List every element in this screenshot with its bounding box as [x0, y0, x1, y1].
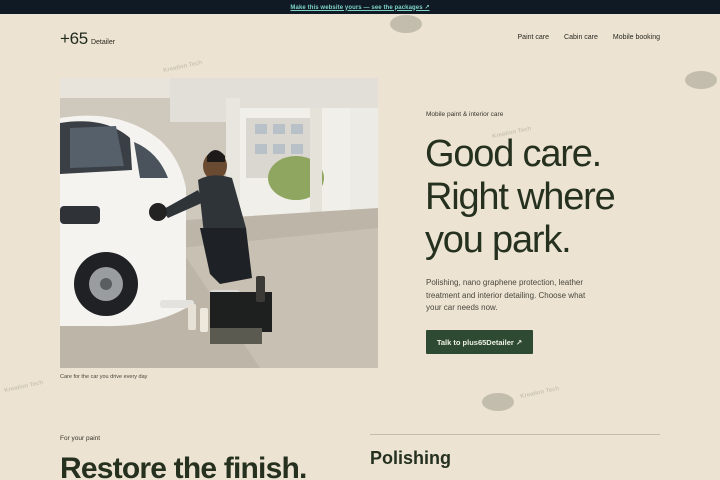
section-divider: [370, 434, 660, 435]
paint-section-title: Restore the finish.: [60, 452, 307, 480]
headline-line-2: Right where: [425, 176, 616, 218]
watermark-text: Kreation Tech: [519, 385, 560, 401]
nav-paint-care[interactable]: Paint care: [518, 34, 550, 41]
headline-line-3: you park.: [425, 219, 572, 261]
main-nav: Paint care Cabin care Mobile booking: [518, 34, 660, 41]
nav-cabin-care[interactable]: Cabin care: [564, 34, 598, 41]
watermark-logo: [480, 390, 516, 414]
logo-number: +65: [60, 29, 88, 48]
talk-to-detailer-button[interactable]: Talk to plus65Detailer ↗: [426, 330, 533, 354]
polishing-title: Polishing: [370, 448, 451, 468]
watermark-text: Kreation Tech: [3, 379, 44, 395]
hero-eyebrow: Mobile paint & interior care: [426, 111, 504, 118]
logo-name: Detailer: [90, 39, 116, 46]
watermark-logo: [683, 68, 719, 92]
nav-mobile-booking[interactable]: Mobile booking: [613, 34, 660, 41]
hero-lead: Polishing, nano graphene protection, lea…: [426, 278, 586, 312]
watermark-logo: [388, 12, 424, 36]
packages-link[interactable]: Make this website yours — see the packag…: [290, 4, 429, 11]
hero-image: [60, 78, 378, 368]
site-logo[interactable]: +65 Detailer: [60, 29, 115, 49]
headline-line-1: Good care.: [425, 133, 602, 175]
watermark-text: Kreation Tech: [162, 59, 203, 75]
paint-section-eyebrow: For your paint: [60, 435, 101, 442]
cta-label: Talk to plus65Detailer ↗: [436, 337, 523, 347]
hero-caption: Care for the car you drive every day: [60, 374, 148, 380]
hero-headline: Good care. Right where you park.: [425, 133, 685, 262]
announcement-bar: Make this website yours — see the packag…: [0, 0, 720, 14]
